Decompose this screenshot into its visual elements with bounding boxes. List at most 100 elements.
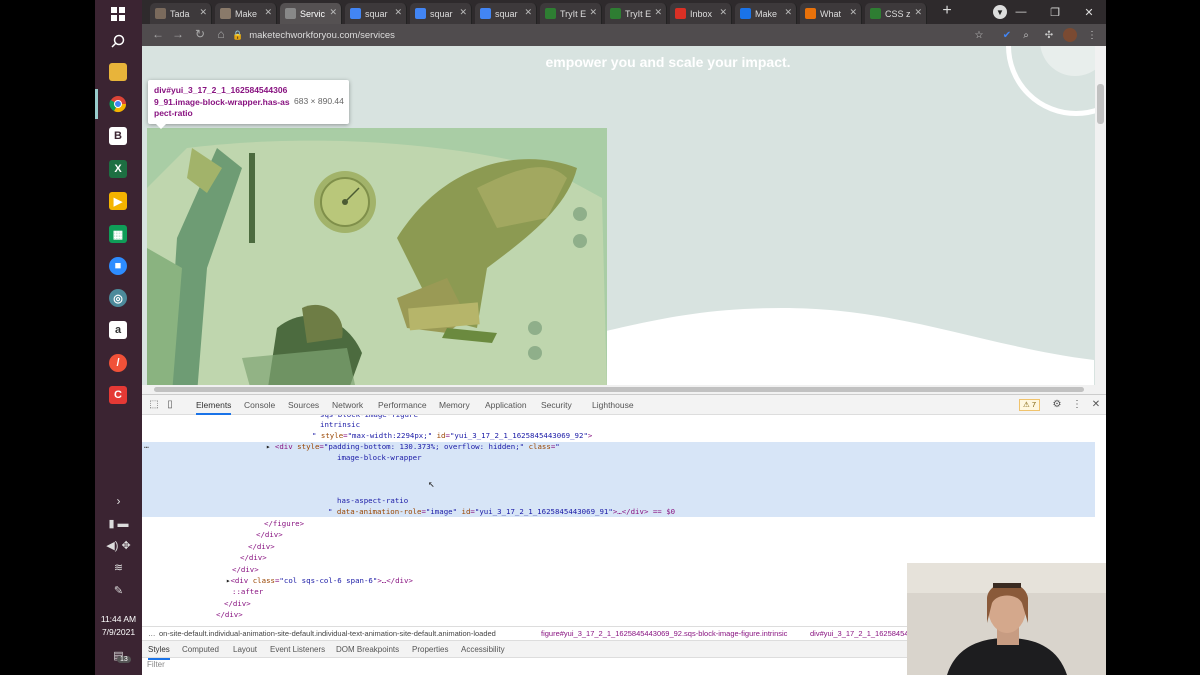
extension-search-icon[interactable]: ⌕ bbox=[1019, 28, 1033, 42]
settings-gear-icon[interactable]: ⚙ bbox=[1051, 399, 1063, 411]
tab-computed[interactable]: Computed bbox=[182, 641, 219, 658]
browser-tab[interactable]: TryIt E ✕ bbox=[605, 3, 667, 24]
file-explorer-icon[interactable] bbox=[104, 58, 132, 86]
close-tab-icon[interactable]: ✕ bbox=[849, 7, 857, 18]
close-tab-icon[interactable]: ✕ bbox=[459, 7, 467, 18]
dom-line-selected[interactable]: ▸ <div style="padding-bottom: 130.373%; … bbox=[266, 442, 560, 452]
tab-event-listeners[interactable]: Event Listeners bbox=[270, 641, 325, 658]
close-window-button[interactable]: ✕ bbox=[1072, 0, 1106, 24]
tab-dom-breakpoints[interactable]: DOM Breakpoints bbox=[336, 641, 399, 658]
browser-tab[interactable]: squar ✕ bbox=[410, 3, 472, 24]
sheets-icon[interactable]: ▦ bbox=[104, 220, 132, 248]
tab-accessibility[interactable]: Accessibility bbox=[461, 641, 505, 658]
dom-line[interactable]: ▸<div class="col sqs-col-6 span-6">…</di… bbox=[226, 576, 413, 586]
close-devtools-icon[interactable]: ✕ bbox=[1090, 399, 1102, 411]
dom-line[interactable]: </div> bbox=[224, 599, 251, 609]
volume-icon[interactable]: ◀) ✥ bbox=[95, 539, 142, 552]
tab-styles[interactable]: Styles bbox=[148, 641, 170, 660]
highlighted-image-block[interactable] bbox=[147, 128, 607, 394]
app-b-icon[interactable]: B bbox=[104, 122, 132, 150]
dom-line[interactable]: </div> bbox=[248, 542, 275, 552]
close-tab-icon[interactable]: ✕ bbox=[199, 7, 207, 18]
close-tab-icon[interactable]: ✕ bbox=[589, 7, 597, 18]
browser-tab[interactable]: Make ✕ bbox=[735, 3, 797, 24]
breadcrumb-item[interactable]: figure#yui_3_17_2_1_1625845443069_92.sqs… bbox=[541, 627, 787, 640]
close-tab-icon[interactable]: ✕ bbox=[719, 7, 727, 18]
maximize-button[interactable]: ❐ bbox=[1038, 0, 1072, 24]
tab-properties[interactable]: Properties bbox=[412, 641, 448, 658]
devtools-tab-elements[interactable]: Elements bbox=[196, 395, 232, 415]
devtools-tab-sources[interactable]: Sources bbox=[288, 395, 319, 415]
dom-line[interactable]: image-block-wrapper bbox=[337, 453, 422, 463]
browser-tab[interactable]: CSS z ✕ bbox=[865, 3, 927, 24]
extensions-puzzle-icon[interactable]: ✣ bbox=[1042, 28, 1056, 42]
browser-tab[interactable]: Tada ✕ bbox=[150, 3, 212, 24]
warning-count-badge[interactable]: ⚠ 7 bbox=[1019, 399, 1040, 411]
dom-line[interactable]: </figure> bbox=[264, 519, 304, 529]
devtools-tab-network[interactable]: Network bbox=[332, 395, 363, 415]
back-arrow-icon[interactable]: ← bbox=[150, 27, 166, 41]
network-icon[interactable]: ≋ bbox=[95, 561, 142, 574]
browser-tab[interactable]: What ✕ bbox=[800, 3, 862, 24]
device-toolbar-icon[interactable]: ▯ bbox=[164, 399, 176, 411]
clock-time[interactable]: 11:44 AM bbox=[95, 613, 142, 625]
devtools-tab-lighthouse[interactable]: Lighthouse bbox=[592, 395, 634, 415]
search-icon[interactable] bbox=[104, 27, 132, 55]
horizontal-scrollbar-thumb[interactable] bbox=[154, 387, 1084, 392]
forward-arrow-icon[interactable]: → bbox=[170, 27, 186, 41]
close-tab-icon[interactable]: ✕ bbox=[524, 7, 532, 18]
close-tab-icon[interactable]: ✕ bbox=[394, 7, 402, 18]
windows-start-icon[interactable] bbox=[104, 0, 132, 28]
swift-app-icon[interactable]: / bbox=[104, 349, 132, 377]
dom-line[interactable]: </div> bbox=[240, 553, 267, 563]
browser-tab[interactable]: Make ✕ bbox=[215, 3, 277, 24]
excel-icon[interactable]: X bbox=[104, 155, 132, 183]
address-bar[interactable]: 🔒 maketechworkforyou.com/services bbox=[232, 27, 978, 43]
reload-icon[interactable]: ↻ bbox=[192, 27, 208, 41]
close-tab-icon[interactable]: ✕ bbox=[654, 7, 662, 18]
home-icon[interactable]: ⌂ bbox=[213, 27, 229, 41]
dom-line[interactable]: " data-animation-role="image" id="yui_3_… bbox=[328, 507, 675, 517]
show-more-chevron-icon[interactable]: › bbox=[95, 494, 142, 508]
breadcrumb-nav-ellipsis[interactable]: … bbox=[148, 627, 156, 640]
devtools-tab-security[interactable]: Security bbox=[541, 395, 572, 415]
dom-line[interactable]: </div> bbox=[216, 610, 243, 620]
tab-layout[interactable]: Layout bbox=[233, 641, 257, 658]
devtools-tab-memory[interactable]: Memory bbox=[439, 395, 470, 415]
close-tab-icon[interactable]: ✕ bbox=[784, 7, 792, 18]
dom-line[interactable]: has-aspect-ratio bbox=[337, 496, 408, 506]
vertical-scrollbar-thumb[interactable] bbox=[1097, 84, 1104, 124]
slides-icon[interactable]: ▶ bbox=[104, 187, 132, 215]
devtools-tab-console[interactable]: Console bbox=[244, 395, 275, 415]
dom-line[interactable]: " style="max-width:2294px;" id="yui_3_17… bbox=[312, 431, 592, 441]
vertical-scrollbar[interactable] bbox=[1095, 46, 1106, 394]
browser-tab[interactable]: squar ✕ bbox=[475, 3, 537, 24]
dom-line[interactable]: </div> bbox=[232, 565, 259, 575]
chrome-icon[interactable] bbox=[104, 90, 132, 118]
pen-icon[interactable]: ✎ bbox=[95, 584, 142, 597]
extension-check-icon[interactable]: ✔ bbox=[1000, 28, 1014, 42]
close-tab-icon[interactable]: ✕ bbox=[329, 7, 337, 18]
styles-filter-input[interactable]: Filter bbox=[147, 660, 165, 669]
breadcrumb-item[interactable]: on-site-default.individual-animation-sit… bbox=[159, 627, 496, 640]
node-actions-ellipsis[interactable]: … bbox=[144, 441, 149, 450]
browser-menu-icon[interactable]: ⋮ bbox=[1085, 28, 1099, 42]
zoom-icon[interactable]: ■ bbox=[104, 252, 132, 280]
devtools-tab-application[interactable]: Application bbox=[485, 395, 527, 415]
dom-line[interactable]: </div> bbox=[256, 530, 283, 540]
chrome-canary-icon[interactable]: ◎ bbox=[104, 284, 132, 312]
browser-tab[interactable]: Servic ✕ bbox=[280, 3, 342, 24]
minimize-button[interactable]: — bbox=[1004, 0, 1038, 24]
horizontal-scrollbar[interactable] bbox=[142, 385, 1095, 394]
signature-app-icon[interactable]: a bbox=[104, 316, 132, 344]
devtools-tab-performance[interactable]: Performance bbox=[378, 395, 427, 415]
browser-tab[interactable]: squar ✕ bbox=[345, 3, 407, 24]
close-tab-icon[interactable]: ✕ bbox=[264, 7, 272, 18]
dom-line[interactable]: intrinsic bbox=[320, 420, 360, 430]
browser-tab[interactable]: Inbox ✕ bbox=[670, 3, 732, 24]
clock-date[interactable]: 7/9/2021 bbox=[95, 626, 142, 638]
browser-tab[interactable]: TryIt E ✕ bbox=[540, 3, 602, 24]
inspect-element-icon[interactable]: ⬚ bbox=[148, 399, 160, 411]
new-tab-button[interactable]: + bbox=[939, 3, 955, 20]
devtools-menu-icon[interactable]: ⋮ bbox=[1071, 399, 1083, 411]
